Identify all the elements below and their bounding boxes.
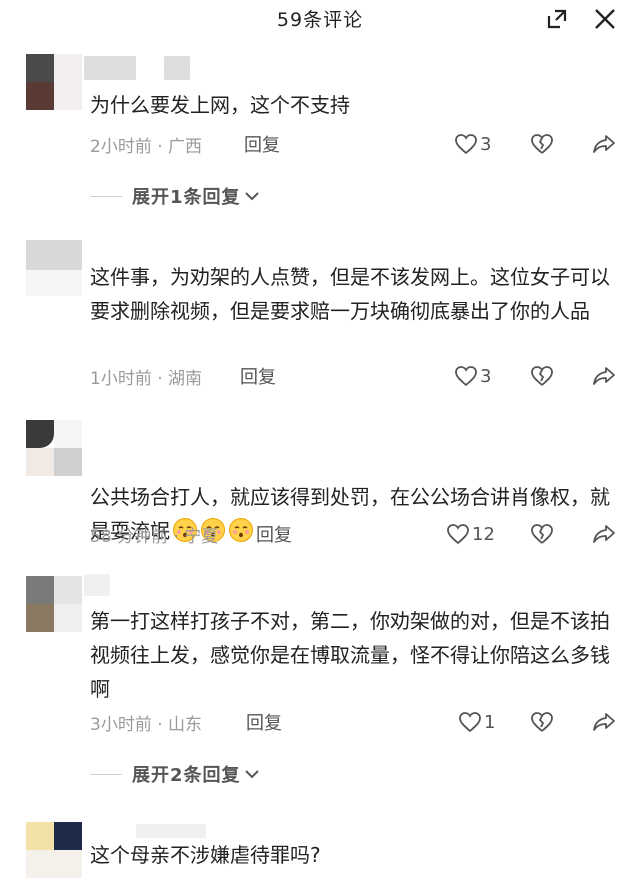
like-button[interactable]: 3 (454, 363, 491, 389)
heart-icon (455, 134, 477, 155)
meta-separator: · (157, 715, 163, 735)
comment-text: 第一打这样打孩子不对，第二，你劝架做的对，但是不该拍视频往上发，感觉你是在博取流… (90, 609, 610, 701)
like-count: 12 (472, 523, 495, 545)
dislike-button[interactable] (530, 363, 554, 389)
comments-header: 59条评论 (0, 0, 640, 40)
comment-meta: 2小时前 · 广西 (90, 132, 202, 157)
comment-location: 广西 (168, 137, 203, 157)
chevron-down-icon (244, 770, 259, 779)
share-arrow-icon (593, 135, 615, 153)
expand-replies-button[interactable]: 展开2条回复 (90, 762, 261, 786)
heart-icon (447, 524, 469, 545)
comment-text: 这件事，为劝架的人点赞，但是不该发网上。这位女子可以要求删除视频，但是要求赔一万… (90, 265, 610, 323)
comment-item: 为什么要发上网，这个不支持 2小时前 · 广西 回复 3 展开1条回复 (0, 50, 640, 220)
reply-button[interactable]: 回复 (244, 131, 280, 157)
share-arrow-icon (593, 525, 615, 543)
like-count: 3 (480, 365, 492, 387)
broken-heart-icon (531, 524, 553, 544)
meta-separator: · (173, 527, 179, 547)
heart-icon (455, 366, 477, 387)
comment-item: 公共场合打人，就应该得到处罚，在公公场合讲肖像权，就是耍流氓 58 分钟前 · … (0, 412, 640, 562)
emoji-icon (229, 518, 253, 542)
comment-location: 山东 (168, 715, 203, 735)
expand-replies-button[interactable]: 展开1条回复 (90, 184, 261, 208)
comment-time: 3小时前 (90, 715, 152, 735)
username-blurred[interactable] (84, 574, 110, 596)
like-button[interactable]: 1 (458, 709, 495, 735)
close-icon[interactable] (592, 6, 618, 32)
broken-heart-icon (531, 366, 553, 386)
username-blurred[interactable] (84, 56, 136, 80)
comment-text: 为什么要发上网，这个不支持 (90, 93, 350, 117)
comment-time: 58 分钟前 (90, 527, 169, 547)
comment-location: 湖南 (168, 369, 203, 389)
broken-heart-icon (531, 134, 553, 154)
comment-meta: 3小时前 · 山东 (90, 710, 202, 735)
meta-separator: · (157, 137, 163, 157)
meta-separator: · (157, 369, 163, 389)
dislike-button[interactable] (530, 521, 554, 547)
reply-button[interactable]: 回复 (256, 521, 292, 547)
share-button[interactable] (592, 709, 616, 735)
comment-item: 这个母亲不涉嫌虐待罪吗? (0, 818, 640, 878)
username-blurred[interactable] (26, 244, 82, 270)
expand-replies-label: 展开2条回复 (132, 765, 241, 786)
comment-item: 这件事，为劝架的人点赞，但是不该发网上。这位女子可以要求删除视频，但是要求赔一万… (0, 240, 640, 400)
like-count: 1 (484, 711, 496, 733)
avatar[interactable] (26, 576, 82, 632)
share-button[interactable] (592, 521, 616, 547)
chevron-down-icon (244, 192, 259, 201)
dislike-button[interactable] (530, 709, 554, 735)
like-count: 3 (480, 133, 492, 155)
avatar[interactable] (26, 420, 82, 476)
comment-meta: 1小时前 · 湖南 (90, 364, 202, 389)
heart-icon (459, 712, 481, 733)
avatar[interactable] (26, 822, 82, 878)
comment-time: 2小时前 (90, 137, 152, 157)
share-arrow-icon (593, 713, 615, 731)
dislike-button[interactable] (530, 131, 554, 157)
like-button[interactable]: 3 (454, 131, 491, 157)
username-blurred[interactable] (164, 56, 190, 80)
reply-button[interactable]: 回复 (246, 709, 282, 735)
divider (90, 195, 122, 197)
comment-time: 1小时前 (90, 369, 152, 389)
share-arrow-icon (593, 367, 615, 385)
comment-meta: 58 分钟前 · 宁夏 (90, 522, 218, 547)
share-button[interactable] (592, 131, 616, 157)
reply-button[interactable]: 回复 (240, 363, 276, 389)
comment-item: 第一打这样打孩子不对，第二，你劝架做的对，但是不该拍视频往上发，感觉你是在博取流… (0, 574, 640, 804)
username-blurred[interactable] (136, 824, 206, 838)
expand-replies-label: 展开1条回复 (132, 187, 241, 208)
comment-text: 这个母亲不涉嫌虐待罪吗? (90, 843, 321, 867)
comment-location: 宁夏 (184, 527, 219, 547)
share-button[interactable] (592, 363, 616, 389)
like-button[interactable]: 12 (446, 521, 495, 547)
expand-arrow-icon[interactable] (544, 6, 570, 32)
broken-heart-icon (531, 712, 553, 732)
divider (90, 773, 122, 775)
avatar[interactable] (26, 54, 82, 110)
